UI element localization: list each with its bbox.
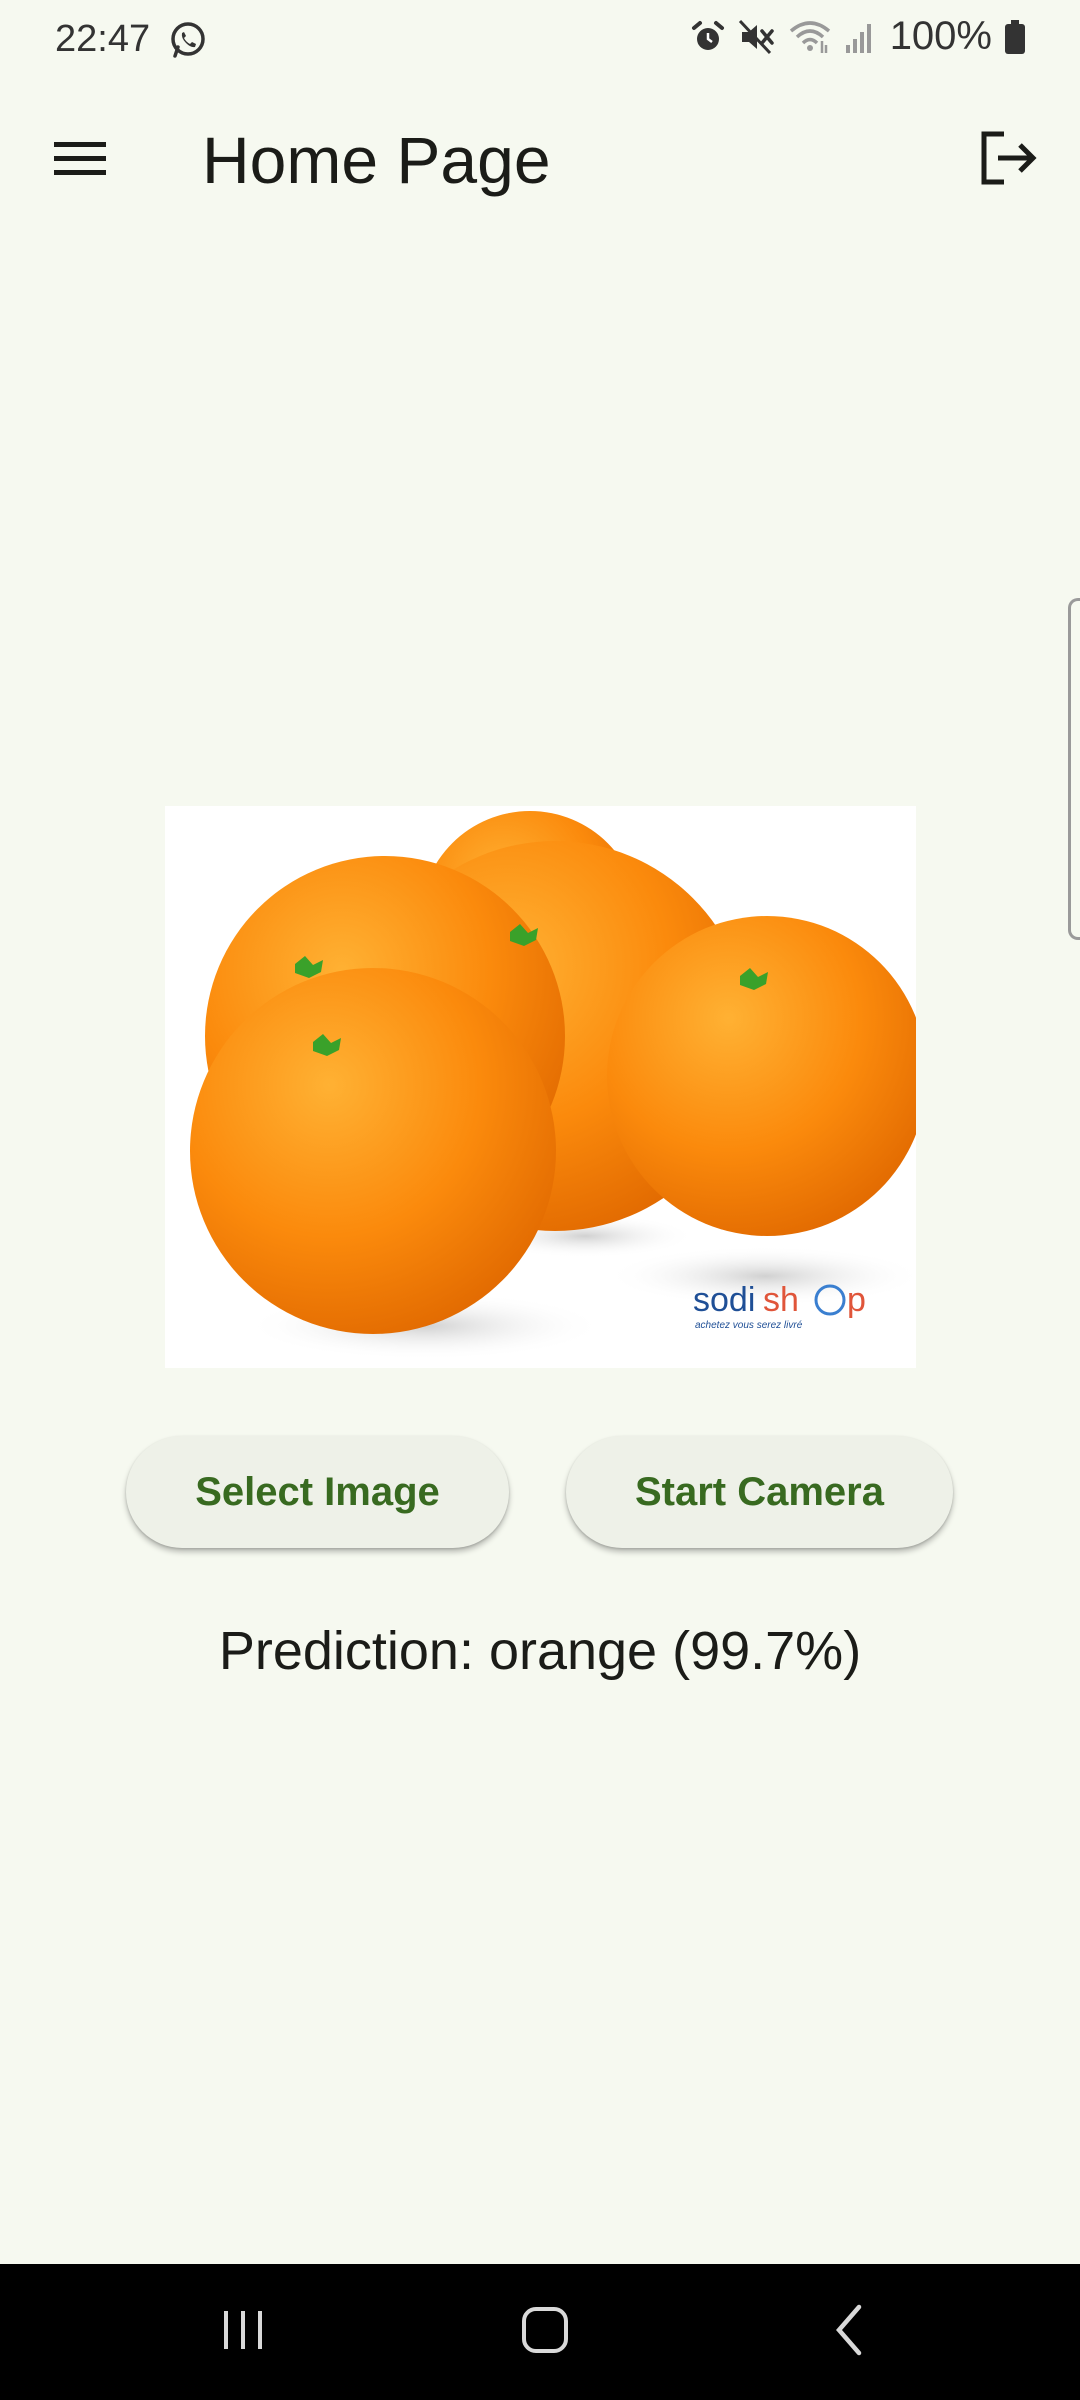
alarm-icon [690,19,726,55]
prediction-text: Prediction: orange (99.7%) [218,1621,862,1681]
signal-icon [844,19,874,55]
status-time: 22:47 [55,18,151,60]
recent-apps-button[interactable] [163,2264,323,2400]
mute-icon [738,19,776,55]
watermark-sh: sh [763,1281,799,1319]
status-bar: 22:47 100% [0,0,1080,80]
battery-text: 100% [889,14,992,58]
screen: 22:47 100% Home Page sodi sh p achetez v… [0,0,1080,2400]
select-image-button[interactable]: Select Image [126,1436,509,1548]
home-icon [520,2305,570,2360]
watermark-tagline: achetez vous serez livré [695,1320,803,1331]
status-icons: 100% [690,14,1026,59]
app-bar: Home Page [0,100,1080,220]
page-title: Home Page [202,123,551,197]
edge-panel-handle[interactable] [1068,598,1080,940]
watermark-p: p [847,1281,866,1319]
logout-icon [978,130,1038,191]
selected-image: sodi sh p achetez vous serez livré [165,806,916,1368]
back-icon [831,2303,867,2362]
navigation-bar [0,2264,1080,2400]
home-button[interactable] [465,2264,625,2400]
battery-icon [1004,19,1026,55]
logout-button[interactable] [968,120,1048,200]
start-camera-button[interactable]: Start Camera [566,1436,953,1548]
watermark-sodi: sodi [693,1281,755,1319]
recent-apps-icon [218,2307,268,2358]
whatsapp-icon [168,20,208,60]
wifi-icon [788,19,832,55]
menu-button[interactable] [40,120,120,200]
back-button[interactable] [769,2264,929,2400]
menu-icon [52,138,108,183]
